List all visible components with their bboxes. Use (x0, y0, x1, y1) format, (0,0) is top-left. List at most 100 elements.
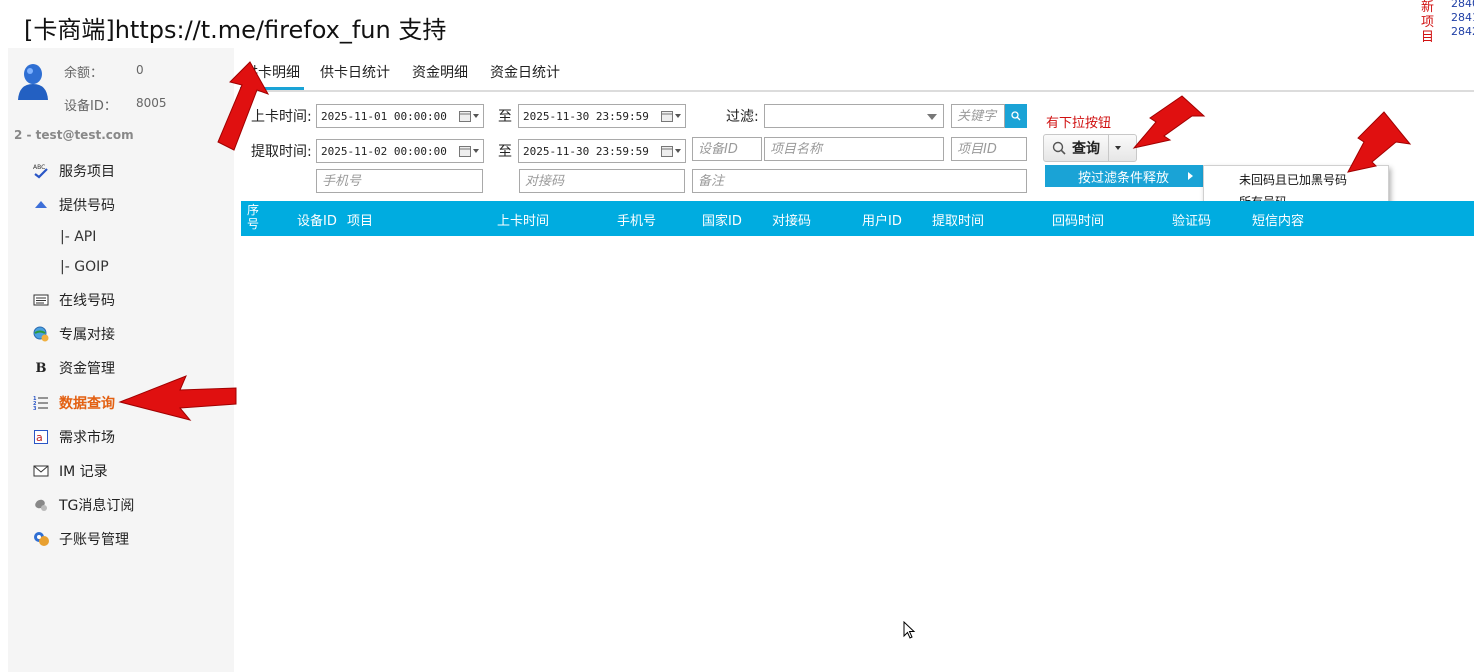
search-icon (1052, 141, 1066, 155)
column-header[interactable]: 用户ID (862, 210, 902, 229)
sidebar-item-label: 数据查询 (59, 396, 115, 412)
sidebar-item-label: 资金管理 (59, 361, 115, 377)
annotation-arrow (118, 375, 237, 421)
sidebar-item-label: 在线号码 (59, 293, 115, 309)
device-id-input[interactable] (692, 137, 762, 161)
device-id-value: 8005 (136, 96, 167, 110)
column-header-seq[interactable]: 序号 (247, 203, 261, 231)
query-dropdown-toggle[interactable] (1108, 135, 1126, 161)
arrow-up-icon (32, 196, 50, 214)
sidebar-item-dedicated-docking[interactable]: 专属对接 (32, 322, 115, 346)
calendar-icon[interactable] (661, 145, 681, 157)
column-header[interactable]: 国家ID (702, 210, 742, 229)
column-header[interactable]: 上卡时间 (497, 210, 549, 229)
project-name-input[interactable] (764, 137, 944, 161)
column-header[interactable]: 手机号 (617, 210, 656, 229)
fetch-time-from-picker[interactable]: 2025-11-02 00:00:00 (316, 139, 484, 163)
sidebar-item-demand-market[interactable]: a 需求市场 (32, 425, 115, 449)
sidebar-item-label: 专属对接 (59, 327, 115, 343)
sidebar-item-label: IM 记录 (59, 464, 108, 480)
to-label: 至 (498, 144, 512, 160)
numbered-list-icon: 123 (32, 394, 50, 412)
globe-users-icon (32, 325, 50, 343)
calendar-icon[interactable] (661, 110, 681, 122)
device-id-label: 设备ID： (64, 99, 117, 114)
satellite-icon (32, 496, 50, 514)
chevron-right-icon (1188, 172, 1193, 180)
page-title: [卡商端]https://t.me/firefox_fun 支持 (24, 16, 447, 44)
tab-fund-details[interactable]: 资金明细 (408, 62, 472, 90)
docking-code-input[interactable] (519, 169, 685, 193)
online-time-from-value: 2025-11-01 00:00:00 (321, 109, 447, 123)
sidebar-item-service-projects[interactable]: ABC 服务项目 (32, 159, 115, 183)
calendar-icon[interactable] (459, 145, 479, 157)
new-project-number[interactable]: 2840 (1451, 0, 1474, 11)
column-header[interactable]: 设备ID (297, 210, 337, 229)
sidebar-subitem-api[interactable]: |- API (60, 227, 96, 247)
sidebar-item-label: 服务项目 (59, 164, 115, 180)
query-split-button[interactable]: 查询 (1043, 134, 1137, 162)
online-time-to-value: 2025-11-30 23:59:59 (523, 109, 649, 123)
column-header[interactable]: 对接码 (772, 210, 811, 229)
calendar-icon[interactable] (459, 110, 479, 122)
column-header[interactable]: 验证码 (1172, 210, 1211, 229)
avatar (18, 64, 48, 100)
at-sign-icon: a (32, 428, 50, 446)
column-header[interactable]: 项目 (347, 210, 373, 229)
annotation-arrow (1132, 95, 1206, 149)
release-by-filter-menu-item[interactable]: 按过滤条件释放 (1045, 165, 1203, 187)
sidebar-item-data-query[interactable]: 123 数据查询 (32, 391, 115, 415)
keyword-input[interactable] (951, 104, 1005, 128)
account-label: 2 - test@test.com (14, 128, 134, 142)
sidebar-item-fund-management[interactable]: B 资金管理 (32, 356, 116, 380)
search-icon (1011, 111, 1021, 121)
menu-item-label: 按过滤条件释放 (1078, 170, 1170, 186)
new-project-numbers: 2840 2841 2842 (1451, 0, 1474, 39)
sidebar-item-label: 提供号码 (59, 198, 115, 214)
balance-value: 0 (136, 63, 144, 77)
online-time-from-picker[interactable]: 2025-11-01 00:00:00 (316, 104, 484, 128)
submenu-item-unreturned-blacklisted[interactable]: 未回码且已加黑号码 (1239, 171, 1347, 188)
sidebar-item-label: TG消息订阅 (59, 498, 135, 514)
sidebar-item-online-numbers[interactable]: 在线号码 (32, 288, 115, 312)
tab-card-daily-stats[interactable]: 供卡日统计 (316, 62, 394, 90)
svg-text:a: a (36, 431, 43, 444)
balance-label: 余额： (64, 66, 104, 81)
svg-text:ABC: ABC (33, 164, 45, 171)
fetch-time-from-value: 2025-11-02 00:00:00 (321, 144, 447, 158)
users-icon (32, 530, 50, 548)
list-icon (32, 291, 50, 309)
online-time-to-picker[interactable]: 2025-11-30 23:59:59 (518, 104, 686, 128)
fetch-time-to-picker[interactable]: 2025-11-30 23:59:59 (518, 139, 686, 163)
annotation-arrow (217, 61, 270, 151)
phone-input[interactable] (316, 169, 483, 193)
bold-b-icon: B (35, 360, 47, 376)
sidebar-item-subaccount-management[interactable]: 子账号管理 (32, 527, 129, 551)
new-project-number[interactable]: 2841 (1451, 11, 1474, 25)
annotation-arrow (1347, 111, 1412, 173)
sidebar-item-label: 需求市场 (59, 430, 115, 446)
table-header: 序号 设备ID 项目 上卡时间 手机号 国家ID 对接码 用户ID 提取时间 回… (241, 201, 1474, 236)
column-header[interactable]: 提取时间 (932, 210, 984, 229)
filter-label: 过滤: (726, 109, 759, 125)
sidebar-item-provide-numbers[interactable]: 提供号码 (32, 193, 115, 217)
to-label: 至 (498, 109, 512, 125)
chevron-down-icon (927, 114, 937, 120)
dropdown-note: 有下拉按钮 (1046, 116, 1112, 131)
new-project-number[interactable]: 2842 (1451, 25, 1474, 39)
query-button-label: 查询 (1072, 141, 1100, 157)
sidebar-item-tg-subscription[interactable]: TG消息订阅 (32, 493, 134, 517)
column-header[interactable]: 回码时间 (1052, 210, 1104, 229)
project-id-input[interactable] (951, 137, 1027, 161)
mouse-cursor-icon (903, 621, 916, 639)
svg-text:3: 3 (33, 406, 37, 411)
caret-down-icon (1114, 146, 1121, 150)
sidebar-item-im-records[interactable]: IM 记录 (32, 459, 108, 483)
query-button[interactable]: 查询 (1044, 135, 1108, 161)
remark-input[interactable] (692, 169, 1027, 193)
filter-select[interactable] (764, 104, 944, 128)
sidebar-subitem-goip[interactable]: |- GOIP (60, 257, 109, 277)
tab-fund-daily-stats[interactable]: 资金日统计 (486, 62, 564, 90)
column-header[interactable]: 短信内容 (1252, 210, 1304, 229)
keyword-search-button[interactable] (1005, 104, 1027, 128)
